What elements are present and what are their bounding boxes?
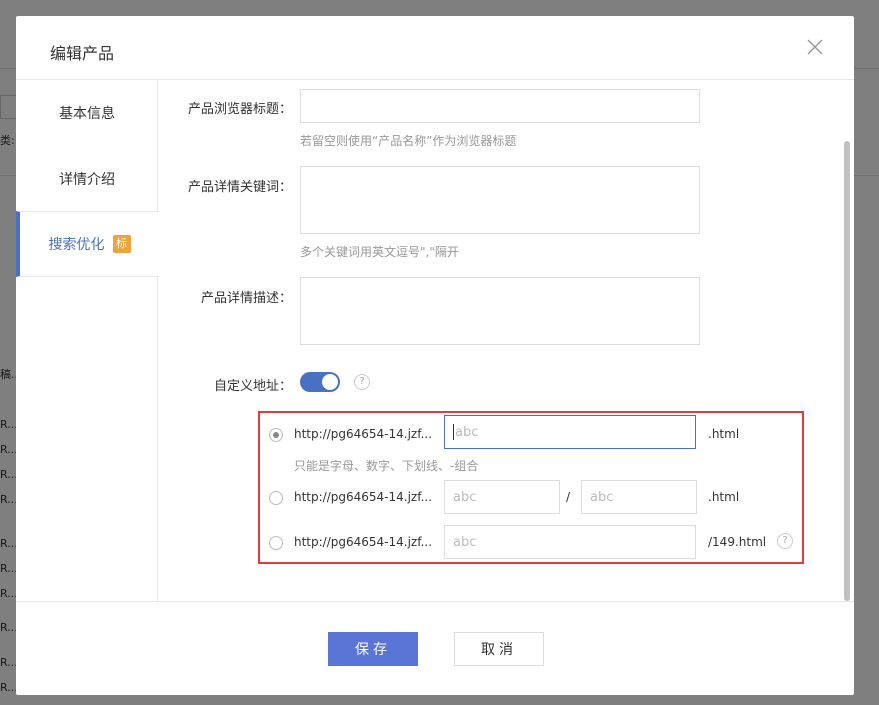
url-option-radio-1[interactable] — [269, 428, 283, 442]
browser-title-label: 产品浏览器标题： — [187, 102, 292, 117]
url-separator: / — [566, 490, 571, 504]
tab-label: 基本信息 — [59, 106, 115, 122]
help-icon[interactable]: ? — [777, 533, 793, 549]
url-prefix: http://pg64654-14.jzf... — [294, 490, 433, 504]
url-prefix: http://pg64654-14.jzf... — [294, 535, 433, 549]
custom-url-label: 自定义地址： — [213, 379, 292, 394]
text-caret — [453, 424, 454, 440]
keywords-textarea[interactable] — [300, 166, 700, 234]
url-dir-input[interactable]: abc — [444, 480, 560, 514]
keywords-label: 产品详情关键词： — [187, 180, 292, 195]
url-suffix: .html — [708, 427, 740, 441]
close-icon[interactable] — [806, 38, 824, 56]
edit-product-dialog: 编辑产品 基本信息 详情介绍 搜索优化 标 产品浏览器标题： 若留空则使用“产品… — [16, 16, 854, 695]
cancel-button[interactable]: 取消 — [454, 632, 544, 666]
tab-detail-intro[interactable]: 详情介绍 — [16, 146, 158, 212]
modal-footer: 保存 取消 — [16, 601, 854, 695]
toggle-knob — [322, 374, 338, 390]
seo-badge: 标 — [112, 235, 131, 253]
description-label: 产品详情描述： — [200, 291, 292, 306]
url-option-radio-3[interactable] — [269, 536, 283, 550]
url-suffix: /149.html — [708, 535, 767, 549]
input-placeholder: abc — [453, 534, 477, 550]
tab-label: 搜索优化 — [48, 237, 105, 253]
scrollbar-thumb[interactable] — [844, 141, 850, 601]
url-slug-input-3[interactable]: abc — [444, 525, 696, 559]
url-prefix: http://pg64654-14.jzf... — [294, 427, 433, 441]
input-placeholder: abc — [453, 489, 477, 505]
tab-seo[interactable]: 搜索优化 标 — [16, 211, 159, 277]
url-slug-input[interactable]: abc — [444, 415, 696, 449]
browser-title-hint: 若留空则使用“产品名称”作为浏览器标题 — [300, 134, 517, 148]
keywords-hint: 多个关键词用英文逗号","隔开 — [300, 245, 459, 259]
modal-title: 编辑产品 — [50, 44, 115, 63]
url-slug-hint: 只能是字母、数字、下划线、-组合 — [294, 459, 479, 473]
url-slug-input-2[interactable]: abc — [581, 480, 697, 514]
input-placeholder: abc — [590, 489, 614, 505]
input-placeholder: abc — [455, 424, 479, 440]
help-icon[interactable]: ? — [354, 374, 370, 390]
description-textarea[interactable] — [300, 277, 700, 345]
seo-form: 产品浏览器标题： 若留空则使用“产品名称”作为浏览器标题 产品详情关键词： 多个… — [158, 80, 854, 601]
url-suffix: .html — [708, 490, 740, 504]
url-options-highlight: http://pg64654-14.jzf... abc .html 只能是字母… — [258, 411, 804, 564]
url-option-radio-2[interactable] — [269, 491, 283, 505]
save-button[interactable]: 保存 — [328, 632, 418, 666]
tab-basic-info[interactable]: 基本信息 — [16, 80, 158, 146]
tab-label: 详情介绍 — [59, 172, 115, 188]
modal-header: 编辑产品 — [16, 16, 854, 80]
sidebar: 基本信息 详情介绍 搜索优化 标 — [16, 80, 159, 601]
custom-url-toggle[interactable] — [300, 372, 340, 392]
browser-title-input[interactable] — [300, 89, 700, 123]
